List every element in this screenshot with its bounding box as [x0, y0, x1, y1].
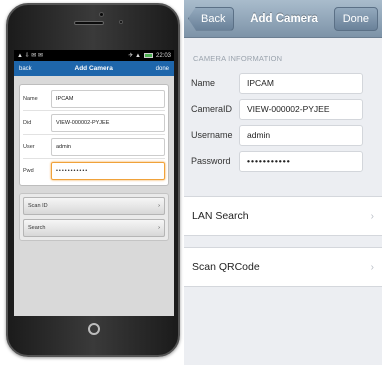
status-left-icons: ▲ ⇩ ✉ ✉ — [17, 53, 44, 59]
android-name-label: Name — [23, 95, 38, 102]
chevron-right-icon: › — [158, 203, 160, 209]
android-pwd-label: Pwd — [23, 168, 34, 174]
android-name-input[interactable]: IPCAM — [51, 89, 165, 108]
android-scan-id-button[interactable]: Scan ID › — [23, 197, 165, 215]
ios-page-title: Add Camera — [250, 12, 318, 25]
android-scan-id-label: Scan ID — [28, 203, 48, 209]
android-back-button[interactable]: back — [19, 66, 32, 72]
home-button-icon[interactable] — [88, 323, 100, 335]
ios-nav-bar: Back Add Camera Done — [184, 0, 382, 38]
ios-name-row: Name IPCAM — [184, 70, 382, 96]
chevron-right-icon: › — [158, 225, 160, 231]
lan-search-label: LAN Search — [192, 210, 249, 222]
android-search-button[interactable]: Search › — [23, 219, 165, 237]
signal-icons: ✈ ▲ — [128, 53, 141, 59]
android-action-group: Scan ID › Search › — [19, 193, 169, 241]
ios-username-input[interactable]: admin — [239, 124, 363, 146]
android-search-label: Search — [28, 225, 46, 231]
ios-camera-id-row: CameraID VIEW-000002-PYJEE — [184, 96, 382, 122]
ios-password-input[interactable]: ••••••••••• — [239, 150, 363, 172]
front-camera-icon — [99, 12, 104, 17]
ios-done-button[interactable]: Done — [333, 6, 378, 31]
android-page-title: Add Camera — [74, 65, 113, 72]
ios-screen: Back Add Camera Done CAMERA INFORMATION … — [184, 0, 382, 365]
android-user-input[interactable]: admin — [51, 137, 165, 156]
ios-back-button[interactable]: Back — [188, 6, 235, 31]
android-did-input[interactable]: VIEW-000002-PYJEE — [51, 113, 165, 132]
android-user-label: User — [23, 143, 35, 150]
android-pwd-row: Pwd ••••••••••• — [23, 159, 165, 183]
ios-password-label: Password — [191, 156, 231, 166]
ios-camera-id-label: CameraID — [191, 104, 233, 114]
lan-search-cell[interactable]: LAN Search › — [184, 196, 382, 236]
ios-password-row: Password ••••••••••• — [184, 148, 382, 174]
chevron-right-icon: › — [370, 261, 374, 273]
chevron-right-icon: › — [370, 210, 374, 222]
android-name-row: Name IPCAM — [23, 87, 165, 111]
ios-name-label: Name — [191, 78, 216, 88]
scan-qrcode-cell[interactable]: Scan QRCode › — [184, 247, 382, 287]
status-notification-icons: ▲ ⇩ ✉ ✉ — [17, 52, 43, 59]
android-screen: ▲ ⇩ ✉ ✉ ✈ ▲ 22:03 back Add Camera done N… — [14, 50, 174, 316]
proximity-sensor-icon — [119, 20, 123, 24]
screenshot-stage: ▲ ⇩ ✉ ✉ ✈ ▲ 22:03 back Add Camera done N… — [0, 0, 382, 365]
ios-username-row: Username admin — [184, 122, 382, 148]
android-nav-bar: back Add Camera done — [14, 61, 174, 76]
android-camera-form: Name IPCAM Did VIEW-000002-PYJEE User ad… — [19, 84, 169, 186]
android-user-row: User admin — [23, 135, 165, 159]
ios-camera-form: Name IPCAM CameraID VIEW-000002-PYJEE Us… — [184, 70, 382, 174]
status-system-icons: ✈ ▲ 22:03 — [128, 52, 171, 60]
status-time: 22:03 — [155, 52, 171, 59]
android-did-row: Did VIEW-000002-PYJEE — [23, 111, 165, 135]
scan-qrcode-label: Scan QRCode — [192, 261, 260, 273]
earpiece-speaker — [74, 21, 104, 25]
android-did-label: Did — [23, 119, 32, 126]
ios-camera-id-input[interactable]: VIEW-000002-PYJEE — [239, 98, 363, 120]
camera-information-header: CAMERA INFORMATION — [193, 54, 283, 63]
ios-name-input[interactable]: IPCAM — [239, 72, 363, 94]
android-status-bar: ▲ ⇩ ✉ ✉ ✈ ▲ 22:03 — [14, 50, 174, 61]
battery-icon — [143, 53, 153, 58]
android-pwd-input[interactable]: ••••••••••• — [51, 162, 165, 180]
android-done-button[interactable]: done — [156, 66, 169, 72]
android-phone: ▲ ⇩ ✉ ✉ ✈ ▲ 22:03 back Add Camera done N… — [6, 3, 180, 357]
ios-username-label: Username — [191, 130, 233, 140]
